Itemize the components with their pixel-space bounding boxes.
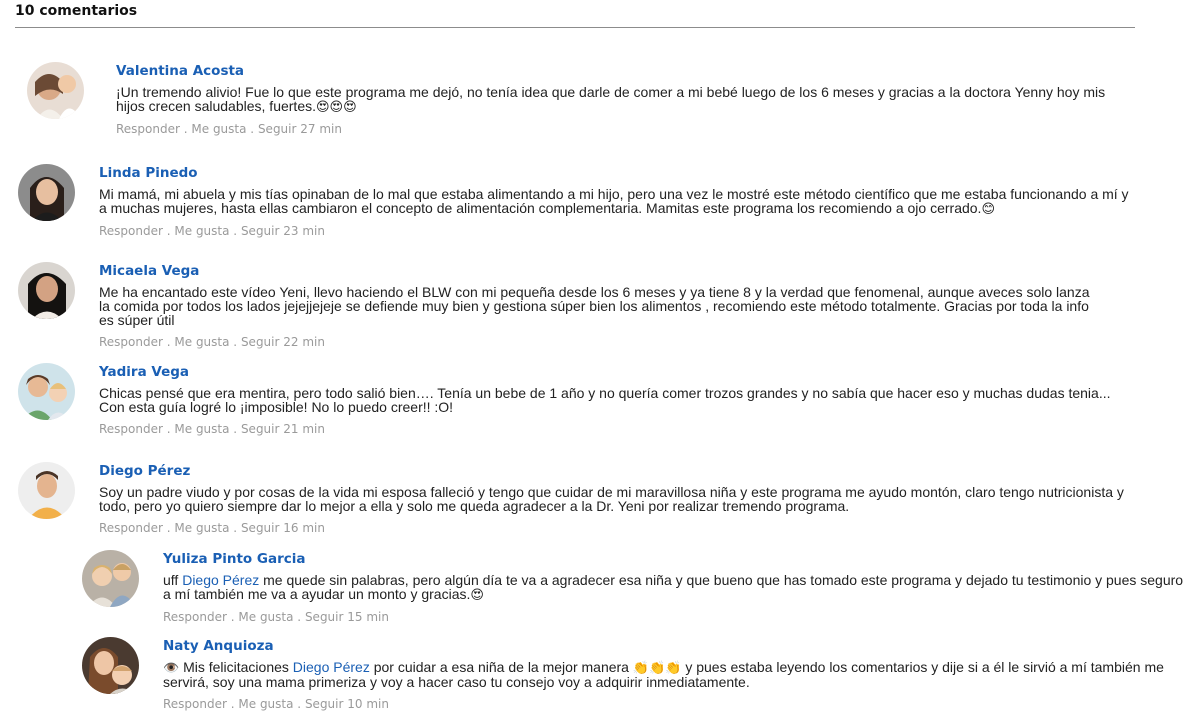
- follow-link[interactable]: Seguir: [258, 122, 297, 136]
- comment-actions: Responder . Me gusta . Seguir 10 min: [163, 697, 389, 711]
- timestamp: 10 min: [347, 697, 389, 711]
- reply-link[interactable]: Responder: [116, 122, 180, 136]
- follow-link[interactable]: Seguir: [241, 521, 280, 535]
- like-link[interactable]: Me gusta: [174, 224, 229, 238]
- heart-eyes-emoji: 😍: [470, 587, 484, 602]
- timestamp: 16 min: [283, 521, 325, 535]
- comment-actions: Responder . Me gusta . Seguir 15 min: [163, 610, 389, 624]
- avatar[interactable]: [18, 262, 75, 319]
- like-link[interactable]: Me gusta: [174, 521, 229, 535]
- comment-text: Soy un padre viudo y por cosas de la vid…: [99, 484, 1124, 514]
- comment-text: Me ha encantado este vídeo Yeni, llevo h…: [99, 284, 1090, 328]
- reply-link[interactable]: Responder: [99, 521, 163, 535]
- comment-text: 👁️ Mis felicitaciones Diego Pérez por cu…: [163, 659, 1164, 690]
- follow-link[interactable]: Seguir: [305, 697, 344, 711]
- comment-text: uff Diego Pérez me quede sin palabras, p…: [163, 572, 1184, 602]
- comment-text: Chicas pensé que era mentira, pero todo …: [99, 385, 1111, 415]
- avatar[interactable]: [18, 363, 75, 420]
- reply-link[interactable]: Responder: [99, 422, 163, 436]
- author-name[interactable]: Naty Anquioza: [163, 638, 274, 654]
- timestamp: 22 min: [283, 335, 325, 349]
- timestamp: 21 min: [283, 422, 325, 436]
- timestamp: 15 min: [347, 610, 389, 624]
- comment-text: ¡Un tremendo alivio! Fue lo que este pro…: [116, 84, 1106, 114]
- reply-link[interactable]: Responder: [99, 224, 163, 238]
- follow-link[interactable]: Seguir: [241, 335, 280, 349]
- follow-link[interactable]: Seguir: [305, 610, 344, 624]
- comment-actions: Responder . Me gusta . Seguir 16 min: [99, 521, 325, 535]
- author-name[interactable]: Valentina Acosta: [116, 63, 244, 79]
- mention-link[interactable]: Diego Pérez: [293, 659, 370, 675]
- author-name[interactable]: Linda Pinedo: [99, 165, 198, 181]
- avatar[interactable]: [27, 62, 84, 119]
- like-link[interactable]: Me gusta: [238, 610, 293, 624]
- comment-actions: Responder . Me gusta . Seguir 27 min: [116, 122, 342, 136]
- avatar[interactable]: [18, 462, 75, 519]
- author-name[interactable]: Diego Pérez: [99, 463, 190, 479]
- comments-count: 10 comentarios: [15, 3, 138, 19]
- like-link[interactable]: Me gusta: [238, 697, 293, 711]
- timestamp: 23 min: [283, 224, 325, 238]
- avatar[interactable]: [82, 550, 139, 607]
- clapping-hands-emoji: 👏👏👏: [632, 660, 682, 675]
- author-name[interactable]: Yadira Vega: [99, 364, 189, 380]
- avatar[interactable]: [18, 164, 75, 221]
- comment-actions: Responder . Me gusta . Seguir 22 min: [99, 335, 325, 349]
- divider: [15, 27, 1135, 28]
- smile-emoji: 😊: [981, 201, 995, 216]
- comment-text: Mi mamá, mi abuela y mis tías opinaban d…: [99, 186, 1129, 216]
- timestamp: 27 min: [300, 122, 342, 136]
- comment-actions: Responder . Me gusta . Seguir 21 min: [99, 422, 325, 436]
- heart-eyes-emoji: 😍😍😍: [316, 99, 357, 114]
- like-link[interactable]: Me gusta: [174, 422, 229, 436]
- reply-link[interactable]: Responder: [163, 610, 227, 624]
- reply-link[interactable]: Responder: [163, 697, 227, 711]
- author-name[interactable]: Yuliza Pinto Garcia: [163, 551, 305, 567]
- comment-actions: Responder . Me gusta . Seguir 23 min: [99, 224, 325, 238]
- reply-link[interactable]: Responder: [99, 335, 163, 349]
- avatar[interactable]: [82, 637, 139, 694]
- eye-emoji: 👁️: [163, 660, 180, 675]
- follow-link[interactable]: Seguir: [241, 422, 280, 436]
- author-name[interactable]: Micaela Vega: [99, 263, 199, 279]
- like-link[interactable]: Me gusta: [174, 335, 229, 349]
- follow-link[interactable]: Seguir: [241, 224, 280, 238]
- like-link[interactable]: Me gusta: [191, 122, 246, 136]
